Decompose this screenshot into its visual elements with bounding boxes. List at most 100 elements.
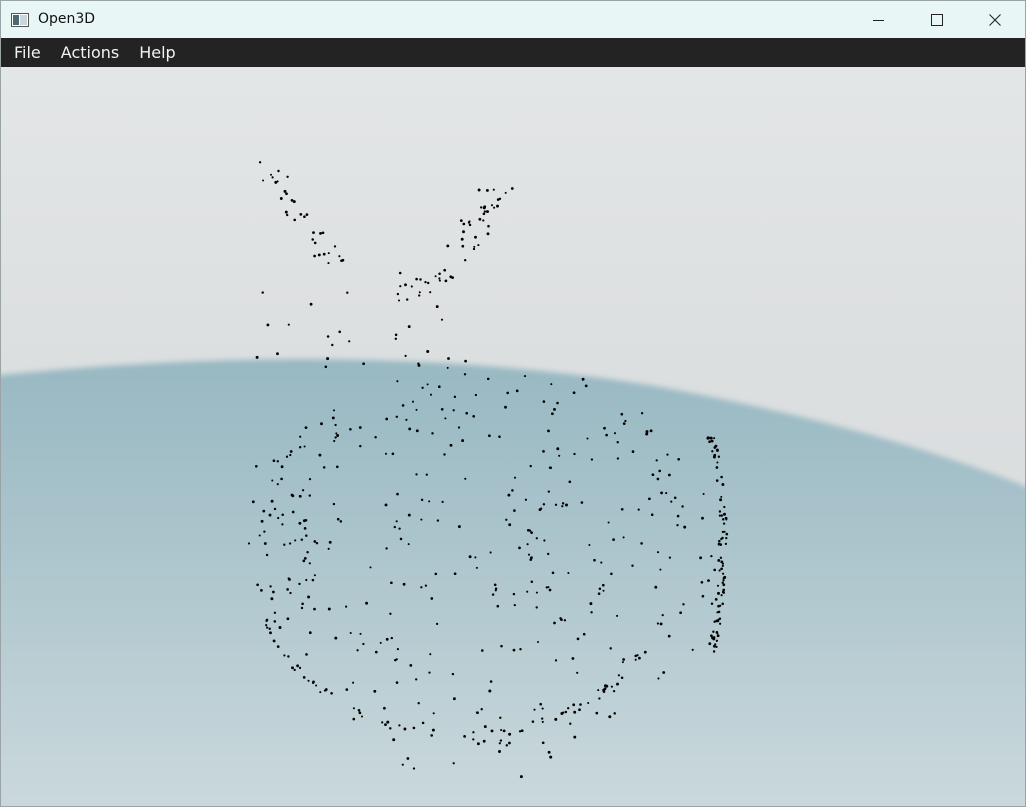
point <box>490 729 494 733</box>
point <box>313 607 316 611</box>
point <box>396 292 400 296</box>
point <box>315 542 319 545</box>
point <box>431 432 434 435</box>
point <box>533 708 536 711</box>
point <box>716 584 720 587</box>
point <box>283 543 286 546</box>
minimize-button[interactable] <box>850 1 908 38</box>
point <box>357 708 361 712</box>
3d-viewport[interactable] <box>1 67 1025 806</box>
point <box>578 708 581 712</box>
title-bar[interactable]: Open3D <box>1 1 1025 38</box>
point <box>266 323 270 327</box>
point <box>668 556 672 559</box>
point <box>291 510 295 514</box>
point <box>324 365 328 369</box>
point <box>348 340 351 343</box>
point <box>708 642 712 646</box>
point <box>429 393 433 396</box>
point <box>289 453 292 457</box>
point <box>526 543 529 546</box>
point <box>420 518 423 521</box>
point <box>278 626 282 629</box>
point <box>285 192 288 196</box>
point <box>429 291 432 294</box>
point <box>487 224 490 228</box>
point <box>535 537 538 540</box>
point <box>682 603 685 606</box>
point <box>482 219 485 222</box>
menu-actions[interactable]: Actions <box>51 38 129 67</box>
point <box>446 244 450 248</box>
point <box>385 637 389 641</box>
point <box>307 679 310 682</box>
point <box>558 454 561 457</box>
point <box>270 499 274 503</box>
point <box>584 384 588 388</box>
point <box>396 380 399 383</box>
point <box>373 689 377 693</box>
point <box>529 464 532 468</box>
point <box>723 530 726 533</box>
point <box>383 706 386 710</box>
point <box>604 684 607 688</box>
point <box>260 519 264 523</box>
point <box>602 589 605 592</box>
point <box>607 521 610 524</box>
maximize-button[interactable] <box>908 1 966 38</box>
point <box>651 473 655 477</box>
point <box>280 477 283 481</box>
point <box>327 252 330 255</box>
point <box>565 503 568 507</box>
point <box>281 513 284 517</box>
point <box>505 744 509 747</box>
point <box>612 689 616 693</box>
menu-file[interactable]: File <box>1 38 51 67</box>
point <box>715 645 718 648</box>
point <box>601 583 605 587</box>
menu-help[interactable]: Help <box>129 38 185 67</box>
point <box>459 219 463 222</box>
point <box>560 712 564 715</box>
point <box>541 720 544 723</box>
point <box>474 556 477 559</box>
point <box>483 210 487 213</box>
point <box>620 676 624 680</box>
point <box>553 621 556 625</box>
point <box>313 241 317 245</box>
point <box>395 658 398 661</box>
point <box>268 627 271 630</box>
point <box>463 735 466 738</box>
point <box>482 739 486 743</box>
point <box>616 682 619 686</box>
point <box>327 547 330 550</box>
point <box>279 197 283 200</box>
point <box>327 607 331 611</box>
point <box>331 416 335 420</box>
close-button[interactable] <box>966 1 1024 38</box>
point <box>499 716 502 720</box>
point <box>386 720 390 724</box>
point <box>332 409 336 412</box>
point <box>535 591 538 594</box>
point <box>263 530 266 533</box>
point <box>648 497 651 501</box>
point <box>281 523 284 526</box>
point <box>362 362 365 366</box>
point <box>305 653 308 656</box>
point <box>415 277 418 281</box>
point <box>451 672 455 676</box>
point <box>616 457 620 460</box>
point <box>719 498 723 502</box>
point <box>616 614 619 617</box>
point <box>541 717 544 720</box>
menu-bar: File Actions Help <box>1 38 1025 67</box>
point <box>526 528 530 532</box>
point <box>276 483 279 486</box>
point <box>548 588 552 592</box>
point <box>369 566 372 569</box>
point <box>700 580 704 584</box>
point <box>302 676 306 679</box>
point <box>320 422 323 426</box>
point <box>287 655 290 658</box>
